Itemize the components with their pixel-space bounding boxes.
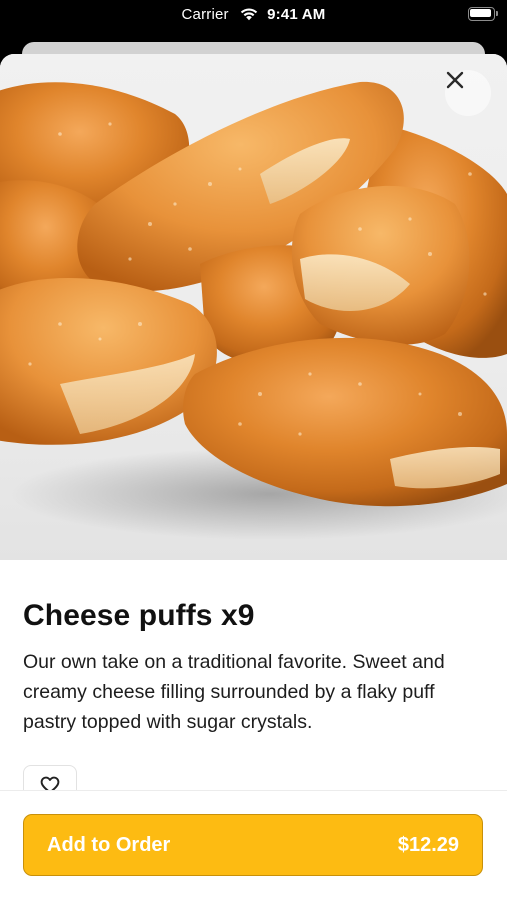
bottom-action-bar: Add to Order $12.29 [0,790,507,900]
carrier-label: Carrier [181,6,229,23]
battery-fill [470,9,491,17]
add-to-order-price: $12.29 [397,834,459,856]
close-icon [446,71,464,89]
item-title: Cheese puffs x9 [23,599,255,632]
item-description: Our own take on a traditional favorite. … [23,651,445,733]
status-bar: Carrier 9:41 AM [0,0,507,34]
add-to-order-label: Add to Order [47,834,171,856]
pastry-illustration [0,81,507,540]
add-to-order-button[interactable]: Add to Order $12.29 [23,814,483,876]
close-button[interactable] [445,70,491,116]
clock: 9:41 AM [267,6,326,23]
item-info: Cheese puffs x9 Our own take on a tradit… [23,598,487,737]
status-center: Carrier 9:41 AM [0,6,507,23]
item-image [0,54,507,560]
screen: Carrier 9:41 AM Cheese puffs x9 Our own … [0,0,507,900]
item-detail-sheet: Cheese puffs x9 Our own take on a tradit… [0,54,507,900]
battery-tip [496,11,498,16]
battery-icon [468,7,498,21]
wifi-icon [240,8,258,21]
